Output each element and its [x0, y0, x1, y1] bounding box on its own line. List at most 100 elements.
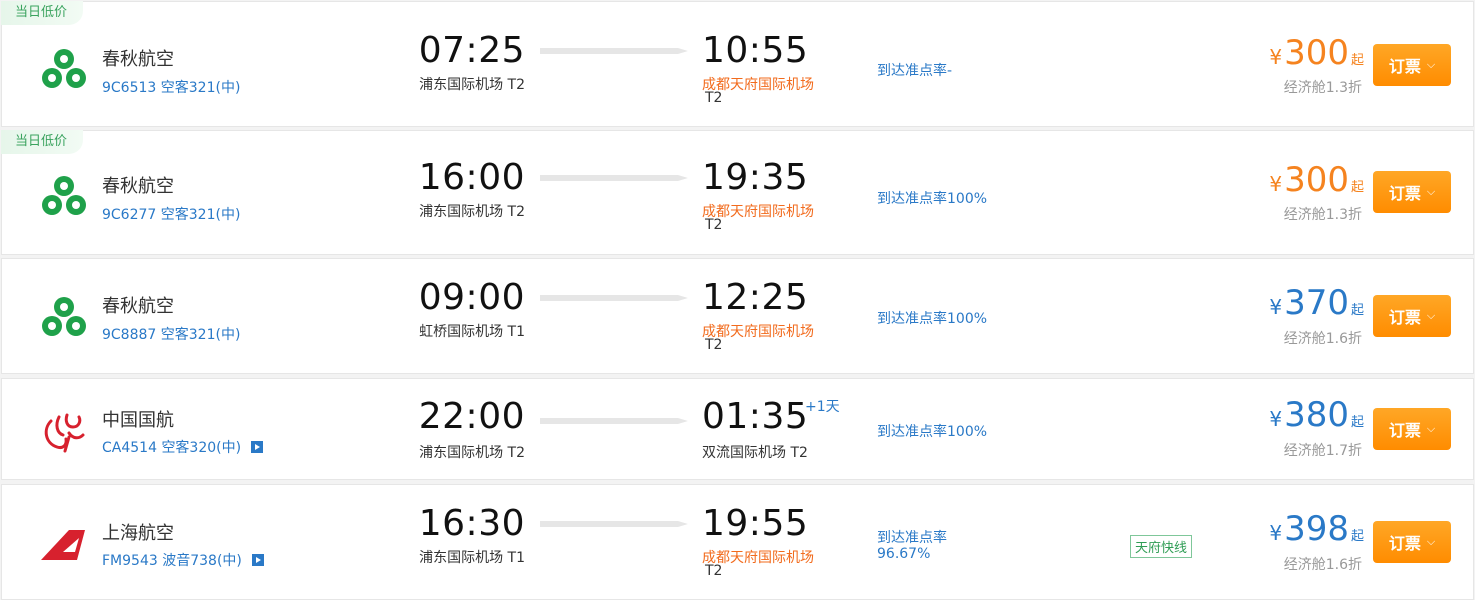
currency-symbol: ¥: [1269, 45, 1283, 69]
ontime-rate: 到达准点率100%: [877, 191, 988, 207]
price-suffix: 起: [1350, 415, 1364, 430]
low-price-badge: 当日低价: [1, 1, 84, 25]
price-suffix: 起: [1350, 529, 1364, 544]
book-button[interactable]: 订票 ⌵: [1373, 521, 1451, 563]
price: ¥398 起: [1269, 509, 1364, 549]
currency-symbol: ¥: [1269, 521, 1283, 545]
ontime-rate: 到达准点率-: [877, 63, 953, 79]
price-value: 380: [1284, 395, 1349, 435]
flight-number-link[interactable]: 9C6277 空客321(中): [102, 204, 240, 224]
currency-symbol: ¥: [1269, 172, 1283, 196]
flight-number: 9C6513: [102, 80, 157, 96]
ontime-rate: 到达准点率100%: [877, 424, 988, 440]
tianfu-express-tag: 天府快线: [1130, 535, 1193, 558]
aircraft-type: 空客321(中): [160, 207, 241, 223]
flight-number-link[interactable]: FM9543 波音738(中): [102, 550, 264, 570]
flight-row: 春秋航空 9C8887 空客321(中) 09:00 虹桥国际机场 T1 12:…: [1, 258, 1474, 374]
play-icon[interactable]: [251, 441, 264, 453]
airline-name: 上海航空: [102, 523, 174, 544]
play-icon[interactable]: [251, 554, 264, 566]
departure-airport: 虹桥国际机场 T1: [419, 324, 525, 340]
chevron-down-icon: ⌵: [1426, 309, 1436, 322]
spring-airlines-logo-icon: [39, 173, 89, 223]
cabin-discount: 经济舱1.7折: [1283, 443, 1362, 459]
low-price-badge: 当日低价: [1, 130, 84, 154]
book-button[interactable]: 订票 ⌵: [1373, 295, 1451, 337]
departure-time: 16:30: [418, 503, 525, 544]
price-suffix: 起: [1350, 53, 1364, 68]
aircraft-type: 波音738(中): [162, 553, 242, 569]
price: ¥300 起: [1269, 33, 1364, 73]
arrival-terminal: T2: [705, 217, 723, 233]
route-arrow: [540, 292, 688, 302]
flight-number: 9C8887: [102, 327, 157, 343]
chevron-down-icon: ⌵: [1426, 58, 1436, 71]
book-label: 订票: [1388, 421, 1421, 440]
shanghai-airlines-logo-icon: [39, 520, 89, 570]
arrival-terminal: T2: [705, 563, 723, 579]
arrival-time: 10:55: [702, 30, 809, 71]
flight-number-link[interactable]: 9C8887 空客321(中): [102, 324, 240, 344]
route-arrow: [540, 172, 688, 182]
book-label: 订票: [1388, 184, 1421, 203]
chevron-down-icon: ⌵: [1426, 535, 1436, 548]
arrival-time: 12:25: [702, 277, 809, 318]
price: ¥300 起: [1269, 160, 1364, 200]
flight-row: 当日低价 春秋航空 9C6513 空客321(中) 07:25 浦东国际机场 T…: [1, 1, 1474, 127]
spring-airlines-logo-icon: [39, 46, 89, 96]
air-china-logo-icon: [39, 407, 89, 457]
flight-number: CA4514: [102, 440, 157, 456]
flight-number-link[interactable]: 9C6513 空客321(中): [102, 77, 240, 97]
flight-number: 9C6277: [102, 207, 157, 223]
flight-number: FM9543: [102, 553, 158, 569]
currency-symbol: ¥: [1269, 295, 1283, 319]
cabin-discount: 经济舱1.6折: [1283, 557, 1362, 573]
currency-symbol: ¥: [1269, 407, 1283, 431]
cabin-discount: 经济舱1.3折: [1283, 207, 1362, 223]
price: ¥380 起: [1269, 395, 1364, 435]
spring-airlines-logo-icon: [39, 294, 89, 344]
arrival-time: 19:55: [702, 503, 809, 544]
book-label: 订票: [1388, 308, 1421, 327]
book-button[interactable]: 订票 ⌵: [1373, 171, 1451, 213]
arrival-terminal: T2: [705, 90, 723, 106]
ontime-value: 96.67%: [877, 546, 931, 562]
price: ¥370 起: [1269, 283, 1364, 323]
flight-row: 上海航空 FM9543 波音738(中) 16:30 浦东国际机场 T1 19:…: [1, 484, 1474, 600]
airline-name: 中国国航: [102, 410, 174, 431]
arrival-time: 01:35: [702, 396, 809, 437]
flight-number-link[interactable]: CA4514 空客320(中): [102, 437, 264, 457]
airline-name: 春秋航空: [102, 176, 174, 197]
flight-row: 当日低价 春秋航空 9C6277 空客321(中) 16:00 浦东国际机场 T…: [1, 130, 1474, 255]
departure-airport: 浦东国际机场 T2: [419, 77, 525, 93]
book-label: 订票: [1388, 57, 1421, 76]
plus-day-indicator: +1天: [805, 399, 840, 415]
book-button[interactable]: 订票 ⌵: [1373, 408, 1451, 450]
departure-time: 09:00: [418, 277, 525, 318]
chevron-down-icon: ⌵: [1426, 185, 1436, 198]
route-arrow: [540, 45, 688, 55]
arrival-terminal: T2: [705, 337, 723, 353]
ontime-label: 到达准点率: [877, 530, 947, 546]
book-button[interactable]: 订票 ⌵: [1373, 44, 1451, 86]
price-value: 370: [1284, 283, 1349, 323]
cabin-discount: 经济舱1.3折: [1283, 80, 1362, 96]
departure-airport: 浦东国际机场 T1: [419, 550, 525, 566]
departure-airport: 浦东国际机场 T2: [419, 204, 525, 220]
price-value: 300: [1284, 33, 1349, 73]
route-arrow: [540, 415, 688, 425]
arrival-time: 19:35: [702, 157, 809, 198]
price-value: 300: [1284, 160, 1349, 200]
price-value: 398: [1284, 509, 1349, 549]
departure-airport: 浦东国际机场 T2: [419, 445, 525, 461]
aircraft-type: 空客321(中): [160, 80, 241, 96]
departure-time: 07:25: [418, 30, 525, 71]
aircraft-type: 空客320(中): [161, 440, 242, 456]
departure-time: 16:00: [418, 157, 525, 198]
arrival-airport: 双流国际机场 T2: [702, 445, 808, 461]
ontime-rate: 到达准点率 96.67%: [877, 530, 947, 562]
price-suffix: 起: [1350, 180, 1364, 195]
aircraft-type: 空客321(中): [160, 327, 241, 343]
airline-name: 春秋航空: [102, 49, 174, 70]
airline-name: 春秋航空: [102, 296, 174, 317]
